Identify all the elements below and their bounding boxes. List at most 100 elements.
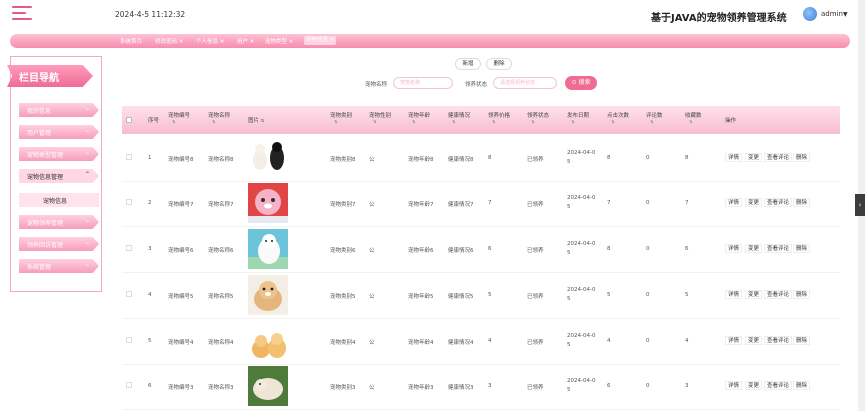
row-checkbox[interactable]: [126, 199, 132, 205]
delete-button[interactable]: 删除: [486, 58, 512, 70]
sidebar-item-my-info[interactable]: 我的信息 ⌄: [19, 103, 99, 117]
cell-index: 1: [148, 155, 152, 161]
pet-image[interactable]: [248, 229, 288, 269]
cell-price: 3: [488, 383, 492, 389]
col-status[interactable]: 领养状态 ⇅: [527, 111, 549, 124]
pet-image[interactable]: [248, 275, 288, 315]
sidebar-item-system-mgmt[interactable]: 系统管理 ⌄: [19, 259, 99, 273]
col-type[interactable]: 宠物类别 ⇅: [330, 111, 352, 124]
sidebar-item-pet-info-mgmt[interactable]: 宠物信息管理 ⌃: [19, 169, 99, 183]
sidebar-item-user-mgmt[interactable]: 用户管理 ⌄: [19, 125, 99, 139]
cell-type: 宠物类别3: [330, 385, 356, 391]
cell-favs: 8: [685, 155, 689, 161]
search-button[interactable]: ⊙ 搜索: [565, 76, 597, 90]
tab-profile[interactable]: 个人信息 ✕: [196, 37, 224, 45]
cell-comments: 0: [646, 200, 650, 206]
row-checkbox[interactable]: [126, 154, 132, 160]
row-checkbox[interactable]: [126, 291, 132, 297]
cell-clicks: 5: [607, 292, 611, 298]
tab-change-password[interactable]: 修改密码 ✕: [155, 37, 183, 45]
row-delete-button[interactable]: 删除: [793, 244, 811, 253]
col-price[interactable]: 领养价格 ⇅: [488, 111, 510, 124]
table-row: 4 宠物编号5 宠物名称5 宠物类别5 公 宠物年龄5 健康情况5 5 已领养 2024-04-0…: [122, 273, 840, 319]
sidebar-item-revisit-mgmt[interactable]: 领养回访管理 ⌄: [19, 237, 99, 251]
col-clicks[interactable]: 点击次数 ⇅: [607, 111, 629, 124]
tab-home[interactable]: 系统首页: [120, 37, 142, 45]
cell-index: 5: [148, 338, 152, 344]
col-name[interactable]: 宠物名称 ⇅: [208, 111, 230, 124]
edit-button[interactable]: 变更: [745, 336, 763, 345]
view-comments-button[interactable]: 查看评论: [764, 381, 793, 390]
col-age[interactable]: 宠物年龄 ⇅: [408, 111, 430, 124]
user-name[interactable]: admin: [821, 10, 843, 18]
row-delete-button[interactable]: 删除: [793, 336, 811, 345]
sidebar-item-pet-type-mgmt[interactable]: 宠物类型管理 ⌄: [19, 147, 99, 161]
detail-button[interactable]: 详情: [725, 244, 743, 253]
cell-status: 已领养: [527, 385, 544, 391]
col-index: 序号: [148, 118, 160, 124]
cell-status: 已领养: [527, 157, 544, 163]
cell-status: 已领养: [527, 340, 544, 346]
view-comments-button[interactable]: 查看评论: [764, 290, 793, 299]
sidebar-item-adoption-mgmt[interactable]: 宠物领养管理 ⌄: [19, 215, 99, 229]
col-image[interactable]: 图片 ⇅: [248, 116, 264, 124]
view-comments-button[interactable]: 查看评论: [764, 336, 793, 345]
detail-button[interactable]: 详情: [725, 381, 743, 390]
col-sex[interactable]: 宠物性别 ⇅: [369, 111, 391, 124]
cell-health: 健康情况4: [448, 340, 474, 346]
col-favs[interactable]: 收藏数 ⇅: [685, 111, 702, 124]
edit-button[interactable]: 变更: [745, 244, 763, 253]
pet-image[interactable]: [248, 138, 288, 178]
pet-image[interactable]: [248, 183, 288, 223]
detail-button[interactable]: 详情: [725, 290, 743, 299]
table-header: 序号 宠物编号 ⇅ 宠物名称 ⇅ 图片 ⇅ 宠物类别 ⇅ 宠物性别 ⇅ 宠物年龄 ⇅ 健康…: [122, 106, 840, 134]
view-comments-button[interactable]: 查看评论: [764, 244, 793, 253]
pet-name-label: 宠物名称: [365, 82, 388, 88]
cell-date: 2024-04-0 5: [567, 333, 596, 348]
row-checkbox[interactable]: [126, 337, 132, 343]
add-button[interactable]: 新增: [455, 58, 481, 70]
view-comments-button[interactable]: 查看评论: [764, 198, 793, 207]
detail-button[interactable]: 详情: [725, 336, 743, 345]
pet-name-input[interactable]: 宠物名称: [393, 77, 453, 89]
tab-users[interactable]: 用户 ✕: [237, 37, 254, 45]
pet-image[interactable]: [248, 321, 288, 361]
col-code[interactable]: 宠物编号 ⇅: [168, 111, 190, 124]
pet-image[interactable]: [248, 366, 288, 406]
row-delete-button[interactable]: 删除: [793, 290, 811, 299]
edit-button[interactable]: 变更: [745, 381, 763, 390]
table-row: 5 宠物编号4 宠物名称4 宠物类别4 公 宠物年龄4 健康情况4 4 已领养 2024-04-0…: [122, 319, 840, 365]
cell-comments: 0: [646, 155, 650, 161]
edit-button[interactable]: 变更: [745, 153, 763, 162]
cell-price: 8: [488, 155, 492, 161]
cell-clicks: 4: [607, 338, 611, 344]
select-all-checkbox[interactable]: [126, 117, 132, 123]
row-delete-button[interactable]: 删除: [793, 198, 811, 207]
cell-age: 宠物年龄5: [408, 294, 434, 300]
cell-name: 宠物名称5: [208, 294, 234, 300]
row-checkbox[interactable]: [126, 382, 132, 388]
cell-date: 2024-04-0 5: [567, 150, 596, 165]
edit-button[interactable]: 变更: [745, 290, 763, 299]
side-collapse-tab[interactable]: ‹: [855, 194, 865, 216]
caret-down-icon[interactable]: ▼: [843, 11, 848, 18]
cell-sex: 公: [369, 157, 375, 163]
tab-pet-types[interactable]: 宠物类型 ✕: [265, 37, 293, 45]
cell-status: 已领养: [527, 202, 544, 208]
detail-button[interactable]: 详情: [725, 153, 743, 162]
view-comments-button[interactable]: 查看评论: [764, 153, 793, 162]
user-avatar[interactable]: [803, 7, 817, 21]
col-health[interactable]: 健康情况 ⇅: [448, 111, 470, 124]
col-date[interactable]: 发布日期 ⇅: [567, 111, 589, 124]
col-comments[interactable]: 评论数 ⇅: [646, 111, 663, 124]
detail-button[interactable]: 详情: [725, 198, 743, 207]
sidebar-subitem-pet-info[interactable]: 宠物信息: [19, 193, 99, 207]
menu-toggle-icon[interactable]: [12, 5, 32, 23]
tab-pet-info[interactable]: 宠物信息 ✕: [304, 36, 337, 45]
row-delete-button[interactable]: 删除: [793, 381, 811, 390]
adopt-status-select[interactable]: 请选择领养状态: [493, 77, 557, 89]
edit-button[interactable]: 变更: [745, 198, 763, 207]
cell-clicks: 7: [607, 200, 611, 206]
row-checkbox[interactable]: [126, 245, 132, 251]
row-delete-button[interactable]: 删除: [793, 153, 811, 162]
